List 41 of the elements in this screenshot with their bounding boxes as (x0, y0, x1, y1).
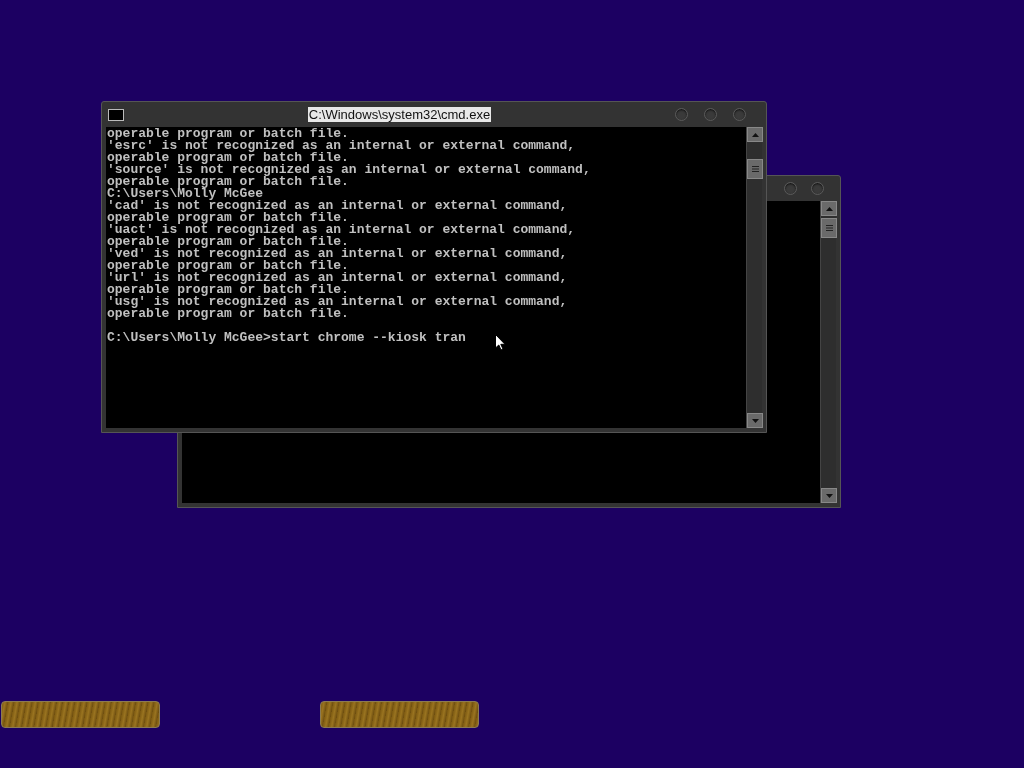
cursor-icon (495, 334, 506, 351)
scrollbar[interactable] (820, 201, 836, 503)
scroll-thumb[interactable] (747, 159, 763, 179)
window-control-button[interactable] (784, 182, 797, 195)
console-line: 'url' is not recognized as an internal or external command, (107, 272, 568, 284)
down-arrow-icon (825, 493, 833, 498)
up-arrow-icon (751, 132, 759, 137)
console-line: operable program or batch file. (107, 284, 349, 296)
console-line: operable program or batch file. (107, 212, 349, 224)
console-line: operable program or batch file. (107, 176, 349, 188)
grip-icon (825, 225, 833, 231)
scroll-up-button[interactable] (747, 127, 763, 142)
console-line: 'ved' is not recognized as an internal or external command, (107, 248, 568, 260)
up-arrow-icon (825, 206, 833, 211)
console-line: operable program or batch file. (107, 308, 349, 320)
console-line: 'source' is not recognized as an internal or external command, (107, 164, 591, 176)
window-control-button[interactable] (811, 182, 824, 195)
console-line: operable program or batch file. (107, 128, 349, 140)
tile[interactable] (320, 701, 479, 728)
console-line: 'cad' is not recognized as an internal or external command, (107, 200, 568, 212)
console-line: operable program or batch file. (107, 260, 349, 272)
scroll-down-button[interactable] (821, 488, 837, 503)
console-line: C:\Users\Molly McGee (107, 188, 264, 200)
window-control-button[interactable] (675, 108, 688, 121)
tile[interactable] (1, 701, 160, 728)
console-line: 'uact' is not recognized as an internal or external command, (107, 224, 576, 236)
console-line: 'esrc' is not recognized as an internal or external command, (107, 140, 576, 152)
window-control-button[interactable] (733, 108, 746, 121)
scroll-up-button[interactable] (821, 201, 837, 216)
scroll-thumb[interactable] (821, 218, 837, 238)
window-title: C:\Windows\system32\cmd.exe (307, 107, 492, 122)
console-line: operable program or batch file. (107, 152, 349, 164)
scroll-down-button[interactable] (747, 413, 763, 428)
console-icon[interactable] (108, 108, 124, 121)
command-prompt: C:\Users\Molly McGee>start chrome --kiosk tran (107, 332, 466, 344)
window-control-button[interactable] (704, 108, 717, 121)
console-line: 'usg' is not recognized as an internal or external command, (107, 296, 568, 308)
grip-icon (751, 166, 759, 172)
down-arrow-icon (751, 418, 759, 423)
console-line: operable program or batch file. (107, 236, 349, 248)
scrollbar[interactable] (746, 127, 762, 428)
